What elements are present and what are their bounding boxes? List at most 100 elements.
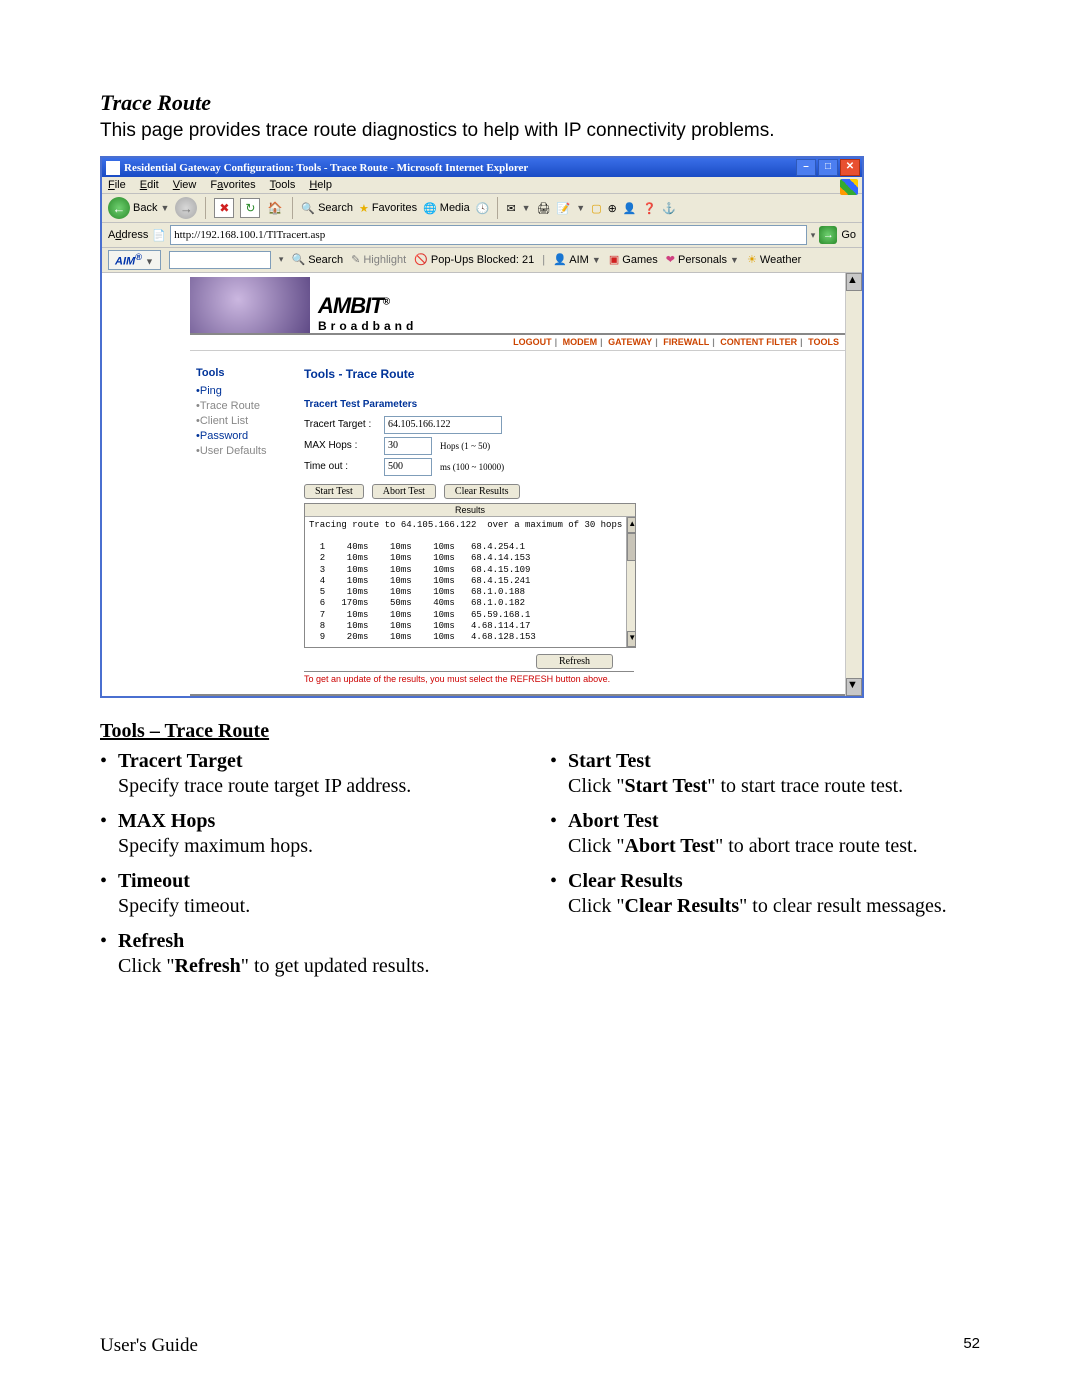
doc-list-left: Tracert TargetSpecify trace route target… [100,749,530,919]
discuss-icon[interactable]: ▢ [591,202,601,215]
hops-label: MAX Hops : [304,440,384,451]
windows-flag-icon [840,179,858,195]
refresh-button[interactable]: ↻ [240,198,260,218]
doc-heading: Tools – Trace Route [100,720,980,743]
aim-personals[interactable]: ❤ Personals ▼ [666,253,739,266]
aim-toolbar: AIM® ▼ ▾ 🔍 Search ✎ Highlight 🚫 Pop-Ups … [102,248,862,273]
tab-logout[interactable]: LOGOUT [513,337,552,347]
refresh-results-button[interactable]: Refresh [536,654,613,669]
sidebar-item-traceroute[interactable]: •Trace Route [196,400,304,412]
address-dropdown[interactable]: ▾ [811,230,816,241]
timeout-input[interactable] [384,458,432,476]
forward-arrow-icon: → [175,197,197,219]
maximize-button[interactable]: □ [818,159,838,176]
aim-popups[interactable]: 🚫 Pop-Ups Blocked: 21 [414,253,534,266]
menu-favorites[interactable]: Favorites [210,179,255,191]
page-title: Tools - Trace Route [304,367,845,381]
back-arrow-icon: ← [108,197,130,219]
scroll-down-icon[interactable]: ▼ [846,678,862,696]
aim-highlight[interactable]: ✎ Highlight [351,253,406,266]
sidebar-item-clientlist[interactable]: •Client List [196,415,304,427]
stop-button[interactable]: ✖ [214,198,234,218]
address-bar: Address 📄 ▾ → Go [102,223,862,248]
address-input[interactable] [170,225,807,245]
forward-button[interactable]: → [175,197,197,219]
sidebar: Tools •Ping •Trace Route •Client List •P… [190,367,304,684]
search-button[interactable]: 🔍 Search [301,202,353,215]
favorites-button[interactable]: ★ Favorites [359,202,417,215]
abort-test-button[interactable]: Abort Test [372,484,436,499]
address-label: Address [108,229,148,241]
menu-help[interactable]: Help [309,179,332,191]
sidebar-heading: Tools [196,367,304,379]
screenshot-ie-window: Residential Gateway Configuration: Tools… [100,156,864,698]
sidebar-item-password[interactable]: •Password [196,430,304,442]
edit-icon[interactable]: 📝 [557,202,571,215]
menu-file[interactable]: File [108,179,126,191]
menu-edit[interactable]: Edit [140,179,159,191]
globe-image [190,277,310,333]
window-title: Residential Gateway Configuration: Tools… [124,162,796,174]
target-label: Tracert Target : [304,419,384,430]
go-button[interactable]: → [819,226,837,244]
favorites-label: Favorites [372,202,417,214]
doc-item: Abort TestClick "Abort Test" to abort tr… [550,809,980,859]
results-scrollbar[interactable]: ▲ ▼ [626,517,635,647]
hops-hint: Hops (1 ~ 50) [440,441,490,451]
print-icon[interactable]: 🖨 [537,202,551,215]
scroll-down-icon[interactable]: ▼ [627,631,635,647]
timeout-label: Time out : [304,461,384,472]
scroll-up-icon[interactable]: ▲ [627,517,635,533]
close-button[interactable]: ✕ [840,159,860,176]
search-icon: 🔍 [301,202,315,215]
back-button[interactable]: ← Back ▼ [108,197,169,219]
tab-tools[interactable]: TOOLS [808,337,839,347]
back-label: Back [133,202,157,214]
section-title: Trace Route [100,90,980,116]
history-button[interactable]: 🕓 [476,202,490,215]
search-label: Search [318,202,353,214]
footer-left: User's Guide [100,1335,198,1357]
start-test-button[interactable]: Start Test [304,484,364,499]
timeout-hint: ms (100 ~ 10000) [440,462,504,472]
media-label: Media [440,202,470,214]
tab-firewall[interactable]: FIREWALL [663,337,709,347]
minimize-button[interactable]: – [796,159,816,176]
mail-icon[interactable]: ✉ [506,202,515,215]
brand-sub: Broadband [318,319,417,333]
menu-view[interactable]: View [173,179,197,191]
home-button[interactable]: 🏠 [266,199,284,217]
messenger-icon[interactable]: 👤 [623,202,637,215]
target-input[interactable] [384,416,502,434]
page-content: AMBIT® Broadband LOGOUT| MODEM| GATEWAY|… [102,273,862,696]
aim-weather[interactable]: ☀ Weather [747,253,801,266]
menu-tools[interactable]: Tools [270,179,296,191]
go-label: Go [841,229,856,241]
tab-gateway[interactable]: GATEWAY [608,337,652,347]
doc-list-after: RefreshClick "Refresh" to get updated re… [100,929,530,979]
doc-item: Tracert TargetSpecify trace route target… [100,749,530,799]
media-button[interactable]: 🌐 Media [423,202,470,215]
window-titlebar: Residential Gateway Configuration: Tools… [102,158,862,177]
sidebar-item-userdefaults[interactable]: •User Defaults [196,445,304,457]
help-icon[interactable]: ❓ [643,202,657,215]
sidebar-item-ping[interactable]: •Ping [196,385,304,397]
aim-search-button[interactable]: 🔍 Search [291,253,343,266]
section-description: This page provides trace route diagnosti… [100,120,980,142]
page-number: 52 [963,1335,980,1357]
hops-input[interactable] [384,437,432,455]
form-subheading: Tracert Test Parameters [304,399,845,410]
clear-results-button[interactable]: Clear Results [444,484,520,499]
brand-banner: AMBIT® Broadband [190,273,845,335]
page-footer: User's Guide 52 [100,1335,980,1357]
research-icon[interactable]: ⊕ [608,202,617,215]
page-scrollbar[interactable]: ▲ ▼ [845,273,862,696]
tab-modem[interactable]: MODEM [563,337,598,347]
aim-aim[interactable]: 👤 AIM ▼ [553,253,601,266]
aim-search-combo[interactable] [169,251,271,269]
tab-content-filter[interactable]: CONTENT FILTER [720,337,797,347]
scroll-up-icon[interactable]: ▲ [846,273,862,291]
aim-logo[interactable]: AIM® ▼ [108,250,161,270]
aim-games[interactable]: ▣ Games [609,253,658,266]
extra-icon[interactable]: ⚓ [662,202,676,215]
